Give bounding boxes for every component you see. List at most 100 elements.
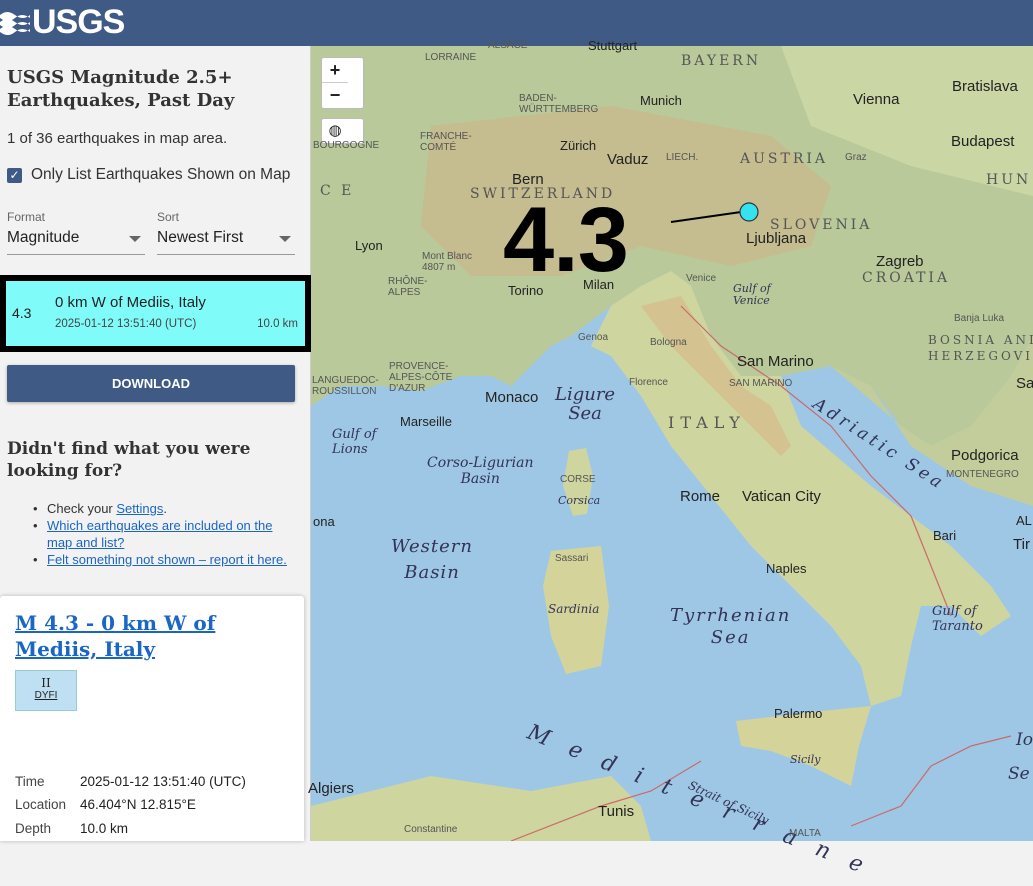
page-title: USGS Magnitude 2.5+ Earthquakes, Past Da… xyxy=(7,67,235,111)
map-label: Mont Blanc 4807 m xyxy=(422,251,473,273)
map-label: Genoa xyxy=(578,332,609,343)
format-label: Format xyxy=(7,210,46,224)
zoom-out-button[interactable]: − xyxy=(322,83,348,108)
map-label: Zagreb xyxy=(876,253,924,270)
help-item-included: Which earthquakes are included on the ma… xyxy=(33,517,297,551)
map-label: Banja Luka xyxy=(954,313,1005,324)
checkbox-checked-icon[interactable]: ✓ xyxy=(7,167,22,183)
help-heading: Didn't find what you were looking for? xyxy=(7,439,251,481)
time-value: 2025-01-12 13:51:40 (UTC) xyxy=(80,774,246,789)
map-label: AUSTRIA xyxy=(740,151,829,167)
map-label: Naples xyxy=(766,561,807,576)
map-label: Sicily xyxy=(790,753,821,766)
map-label: Sar xyxy=(1016,375,1033,392)
included-earthquakes-link[interactable]: Which earthquakes are included on the ma… xyxy=(47,518,272,550)
earthquake-list-item[interactable]: 4.3 0 km W of Mediis, Italy 2025-01-12 1… xyxy=(0,275,311,352)
format-select[interactable]: Format Magnitude xyxy=(7,210,145,255)
map-label: Milan xyxy=(583,277,615,292)
location-value: 46.404°N 12.815°E xyxy=(80,797,196,812)
map-label: Ljubljana xyxy=(746,230,807,247)
zoom-in-button[interactable]: + xyxy=(322,58,348,83)
map-label: Sassari xyxy=(555,553,589,564)
map-label: CROATIA xyxy=(862,270,951,286)
format-value: Magnitude xyxy=(7,229,80,246)
dropdown-arrow-icon xyxy=(129,236,141,242)
map-label: Vienna xyxy=(853,91,900,108)
help-settings-suffix: . xyxy=(163,501,167,516)
map-label: Corsica xyxy=(558,494,601,507)
event-title-link[interactable]: M 4.3 - 0 km W of Mediis, Italy xyxy=(15,610,285,662)
map-label: SAN MARINO xyxy=(729,378,793,389)
detail-time-row: Time 2025-01-12 13:51:40 (UTC) xyxy=(15,774,246,789)
help-settings-prefix: Check your xyxy=(47,501,117,516)
map-label: Tunis xyxy=(598,803,635,820)
report-felt-link[interactable]: Felt something not shown – report it her… xyxy=(47,552,287,567)
map-label: Corso-Ligurian Basin xyxy=(427,455,534,487)
map-label: Venice xyxy=(686,273,717,284)
map-label: RHÔNE- ALPES xyxy=(388,276,428,298)
map-label: SWITZERLAND xyxy=(470,186,616,202)
map-label: Constantine xyxy=(404,824,458,835)
location-label: Location xyxy=(15,797,67,812)
map-label: LORRAINE xyxy=(425,52,477,63)
eq-depth: 10.0 km xyxy=(257,318,298,330)
zoom-control: + − xyxy=(321,57,364,109)
map-label: FRANCHE- COMTÉ xyxy=(420,131,472,153)
map-label: Gulf of Venice xyxy=(733,282,771,307)
epicenter-marker[interactable] xyxy=(739,202,759,222)
map-label: AL xyxy=(1016,513,1032,528)
dyfi-intensity: II xyxy=(41,676,51,690)
eq-time: 2025-01-12 13:51:40 (UTC) xyxy=(55,318,197,330)
map-label: Lyon xyxy=(355,238,383,253)
help-list: Check your Settings. Which earthquakes a… xyxy=(33,500,297,568)
map-label: Torino xyxy=(508,283,544,298)
map-label: ALSACE xyxy=(488,40,528,51)
download-button[interactable]: DOWNLOAD xyxy=(7,365,295,402)
map-label: Monaco xyxy=(485,389,539,406)
only-list-label: Only List Earthquakes Shown on Map xyxy=(31,166,291,183)
map-label: Budapest xyxy=(951,133,1015,150)
help-item-settings: Check your Settings. xyxy=(33,500,297,517)
map-terrain xyxy=(311,46,1033,841)
map-label: CORSE xyxy=(560,474,596,485)
map-label: Bologna xyxy=(650,337,687,348)
map-label: Florence xyxy=(629,377,668,388)
map-label: Vaduz xyxy=(607,151,649,168)
help-item-felt: Felt something not shown – report it her… xyxy=(33,551,297,568)
map-label: Western Basin xyxy=(391,536,474,583)
usgs-logo[interactable]: USGS xyxy=(0,3,125,41)
map-label: Se xyxy=(1008,764,1030,784)
dyfi-label: DYFI xyxy=(34,690,58,701)
earthquake-detail-panel: M 4.3 - 0 km W of Mediis, Italy II DYFI … xyxy=(0,596,304,841)
depth-value: 10.0 km xyxy=(80,821,129,836)
map-label: LANGUEDOC- ROUSSILLON xyxy=(312,375,379,397)
map-label: Bratislava xyxy=(952,78,1018,95)
map-label: C E xyxy=(320,183,355,199)
map-label: LIECH. xyxy=(666,152,699,163)
only-list-toggle[interactable]: ✓ Only List Earthquakes Shown on Map xyxy=(7,166,290,184)
sort-value: Newest First xyxy=(157,229,244,246)
map-label: BADEN- WÜRTTEMBERG xyxy=(519,93,599,115)
map-label: Sardinia xyxy=(548,602,600,616)
dropdown-arrow-icon xyxy=(279,236,291,242)
sort-label: Sort xyxy=(157,210,180,224)
map-label: Tyrrhenian Sea xyxy=(670,605,792,648)
map-label: Podgorica xyxy=(951,447,1019,464)
sort-select[interactable]: Sort Newest First xyxy=(157,210,295,255)
dyfi-badge[interactable]: II DYFI xyxy=(15,670,77,711)
map-view[interactable] xyxy=(311,46,1033,841)
map-label: Ioni xyxy=(1016,730,1033,750)
eq-place: 0 km W of Mediis, Italy xyxy=(55,294,206,311)
map-label: MONTENEGRO xyxy=(946,469,1019,480)
map-label: Algiers xyxy=(308,780,354,797)
map-label: Bari xyxy=(933,528,957,543)
map-label: Marseille xyxy=(400,414,453,429)
settings-link[interactable]: Settings xyxy=(116,501,163,516)
map-label: Rome xyxy=(680,488,721,505)
map-label: Graz xyxy=(845,152,867,163)
magnitude-map-label: 4.3 xyxy=(503,189,629,291)
depth-label: Depth xyxy=(15,821,52,836)
map-label: Stuttgart xyxy=(588,38,638,53)
map-label: Tir xyxy=(1013,536,1030,553)
usgs-wave-icon xyxy=(0,12,30,35)
